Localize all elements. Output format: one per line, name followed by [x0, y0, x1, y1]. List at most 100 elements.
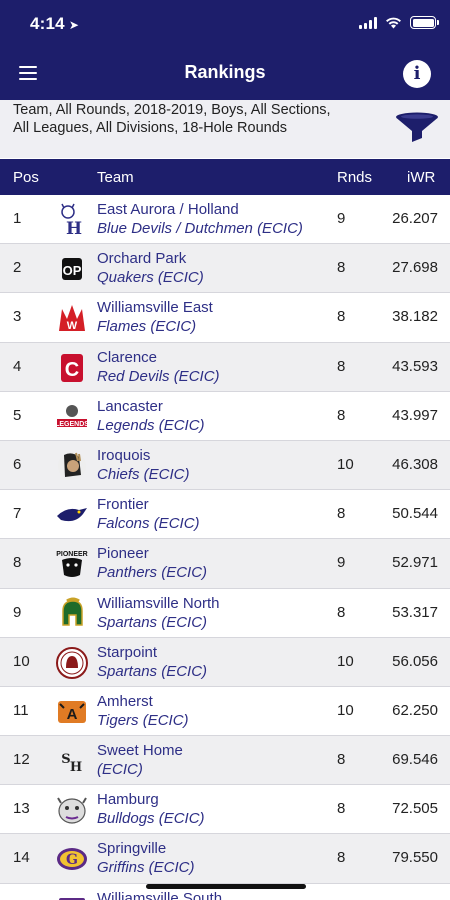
team-mascot-league: Quakers (ECIC): [97, 269, 204, 287]
rounds-count: 8: [337, 406, 346, 424]
quakers-logo-icon: OP: [55, 252, 89, 286]
team-name[interactable]: Williamsville East: [97, 299, 213, 316]
rounds-count: 9: [337, 210, 346, 227]
blue-devils-logo-icon: H: [55, 203, 89, 237]
rounds-count: 8: [337, 751, 346, 769]
row-position: 7: [13, 505, 22, 523]
team-mascot-league: Flames (ECIC): [97, 318, 197, 336]
rounds-count: 9: [337, 554, 346, 572]
team-name[interactable]: Orchard Park: [97, 250, 186, 267]
info-icon[interactable]: i: [403, 60, 431, 88]
svg-text:H: H: [66, 219, 82, 237]
team-name[interactable]: Lancaster: [97, 398, 163, 415]
row-position: 12: [13, 751, 30, 769]
row-position: 3: [13, 308, 22, 326]
table-row[interactable]: 8 PIONEER Pioneer Panthers (ECIC) 9 52.971: [0, 539, 450, 589]
page-title: Rankings: [184, 62, 266, 82]
rounds-count: 10: [337, 455, 354, 473]
team-mascot-league: Chiefs (ECIC): [97, 465, 190, 483]
iwr-value: 72.505: [392, 800, 438, 818]
table-row[interactable]: 3 W Williamsville East Flames (ECIC) 8 38.182: [0, 293, 450, 343]
team-name[interactable]: Springville: [97, 840, 166, 857]
row-position: 10: [13, 652, 30, 670]
team-mascot-league: Bulldogs (ECIC): [97, 810, 205, 828]
rounds-count: 8: [337, 259, 346, 277]
column-header-pos[interactable]: Pos: [13, 169, 39, 186]
table-row[interactable]: 14 G Springville Griffins (ECIC) 8 79.550: [0, 834, 450, 884]
iwr-value: 50.544: [392, 505, 438, 523]
filter-summary: Team, All Rounds, 2018-2019, Boys, All S…: [13, 102, 331, 136]
table-row[interactable]: 10 Starpoint Spartans (ECIC) 10 56.056: [0, 637, 450, 687]
status-time-text: 4:14: [30, 14, 65, 33]
table-row[interactable]: 4 C Clarence Red Devils (ECIC) 8 43.593: [0, 342, 450, 392]
flames-logo-icon: W: [55, 301, 89, 335]
svg-text:PIONEER: PIONEER: [56, 551, 88, 558]
filter-funnel-icon[interactable]: [395, 112, 439, 144]
tigers-logo-icon: A: [55, 695, 89, 729]
svg-text:W: W: [67, 320, 78, 332]
team-mascot-league: Spartans (ECIC): [97, 662, 208, 680]
team-name[interactable]: Williamsville North: [97, 595, 220, 612]
row-position: 13: [13, 800, 30, 818]
rankings-list: 1 H East Aurora / Holland Blue Devils / Dut…: [0, 195, 450, 900]
spartans-helmet-logo-icon: [55, 597, 89, 631]
table-row[interactable]: 5 LEGENDS Lancaster Legends (ECIC) 8 43.997: [0, 392, 450, 441]
home-indicator: [146, 884, 306, 889]
table-row[interactable]: 13 Hamburg Bulldogs (ECIC) 8 72.505: [0, 785, 450, 835]
row-position: 14: [13, 849, 30, 867]
rounds-count: 8: [337, 800, 346, 818]
wifi-icon: [386, 17, 401, 28]
iwr-value: 53.317: [392, 603, 438, 621]
rounds-count: 8: [337, 849, 346, 867]
rounds-count: 8: [337, 603, 346, 621]
svg-text:OP: OP: [63, 263, 82, 278]
iwr-value: 27.698: [392, 259, 438, 277]
bulldogs-logo-icon: [55, 793, 89, 827]
rounds-count: 10: [337, 652, 354, 670]
table-row[interactable]: 2 OP Orchard Park Quakers (ECIC) 8 27.698: [0, 244, 450, 294]
iwr-value: 52.971: [392, 554, 438, 572]
column-header-rnds[interactable]: Rnds: [337, 169, 372, 186]
battery-icon: [410, 16, 439, 29]
row-position: 1: [13, 210, 22, 227]
cellular-signal-icon: [359, 16, 377, 29]
column-header-iwr[interactable]: iWR: [407, 169, 435, 186]
team-name[interactable]: Williamsville South: [97, 890, 222, 900]
iwr-value: 79.550: [392, 849, 438, 867]
team-mascot-league: Griffins (ECIC): [97, 859, 195, 877]
team-name[interactable]: Amherst: [97, 693, 153, 710]
svg-text:H: H: [70, 760, 82, 775]
column-header-team[interactable]: Team: [97, 169, 134, 186]
chiefs-logo-icon: [55, 449, 89, 483]
svg-text:A: A: [67, 706, 78, 723]
app-header: 4:14 ➤ Rankings i: [0, 0, 450, 100]
team-name[interactable]: Hamburg: [97, 791, 159, 808]
team-mascot-league: Panthers (ECIC): [97, 564, 208, 582]
table-row[interactable]: 7 Frontier Falcons (ECIC) 8 50.544: [0, 490, 450, 540]
svg-text:C: C: [65, 359, 79, 381]
table-row[interactable]: 1 H East Aurora / Holland Blue Devils / Dut…: [0, 195, 450, 245]
team-mascot-league: Legends (ECIC): [97, 416, 205, 434]
team-mascot-league: Falcons (ECIC): [97, 515, 200, 533]
team-name[interactable]: Starpoint: [97, 644, 157, 661]
iwr-value: 38.182: [392, 308, 438, 326]
team-mascot-league: Tigers (ECIC): [97, 711, 189, 729]
table-row[interactable]: 9 Williamsville North Spartans (ECIC) 8 53.3…: [0, 589, 450, 638]
team-name[interactable]: Sweet Home: [97, 742, 183, 759]
table-row[interactable]: 6 Iroquois Chiefs (ECIC) 10 46.308: [0, 440, 450, 491]
team-name[interactable]: Iroquois: [97, 447, 150, 464]
team-mascot-league: (ECIC): [97, 761, 143, 779]
team-name[interactable]: Clarence: [97, 349, 157, 366]
table-header: Pos Team Rnds iWR: [0, 159, 450, 195]
panthers-logo-icon: PIONEER: [55, 547, 89, 581]
row-position: 2: [13, 259, 22, 277]
table-row[interactable]: 12 S H Sweet Home (ECIC) 8 69.546: [0, 736, 450, 786]
team-mascot-league: Red Devils (ECIC): [97, 367, 220, 385]
legends-logo-icon: LEGENDS: [55, 400, 89, 434]
rounds-count: 8: [337, 308, 346, 326]
team-name[interactable]: East Aurora / Holland: [97, 201, 239, 218]
table-row[interactable]: 11 A Amherst Tigers (ECIC) 10 62.250: [0, 687, 450, 737]
team-name[interactable]: Frontier: [97, 496, 149, 513]
team-name[interactable]: Pioneer: [97, 545, 149, 562]
location-arrow-icon: ➤: [68, 18, 80, 32]
